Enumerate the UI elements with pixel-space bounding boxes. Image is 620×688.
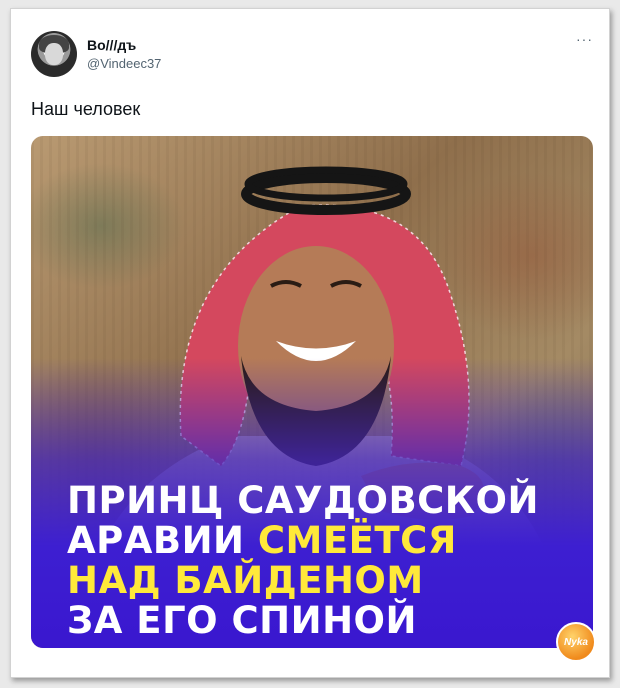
headline-line-3: НАД БАЙДЕНОМ <box>67 561 539 601</box>
site-watermark-logo: Nyka <box>556 622 596 662</box>
author-handle[interactable]: @Vindeec37 <box>87 56 161 71</box>
author-display-name[interactable]: Во///дъ <box>87 37 136 53</box>
headline-segment: ЗА ЕГО СПИНОЙ <box>67 599 417 642</box>
more-options-icon[interactable]: ··· <box>576 31 593 47</box>
author-avatar[interactable] <box>31 31 77 77</box>
tweet-card: Во///дъ @Vindeec37 ··· Наш человек ПРИНЦ <box>10 8 610 678</box>
headline-line-4: ЗА ЕГО СПИНОЙ <box>67 601 539 641</box>
headline-segment: ПРИНЦ САУДОВСКОЙ <box>67 479 539 522</box>
avatar-face <box>45 43 63 65</box>
headline-line-2: АРАВИИ СМЕЁТСЯ <box>67 521 539 561</box>
tweet-media-image[interactable]: ПРИНЦ САУДОВСКОЙ АРАВИИ СМЕЁТСЯ НАД БАЙД… <box>31 136 593 648</box>
image-headline: ПРИНЦ САУДОВСКОЙ АРАВИИ СМЕЁТСЯ НАД БАЙД… <box>67 481 539 641</box>
tweet-text: Наш человек <box>31 99 141 119</box>
headline-segment-highlight: НАД БАЙДЕНОМ <box>67 559 424 602</box>
headline-line-1: ПРИНЦ САУДОВСКОЙ <box>67 481 539 521</box>
headline-segment: АРАВИИ <box>67 519 258 562</box>
headline-segment-highlight: СМЕЁТСЯ <box>257 519 457 562</box>
